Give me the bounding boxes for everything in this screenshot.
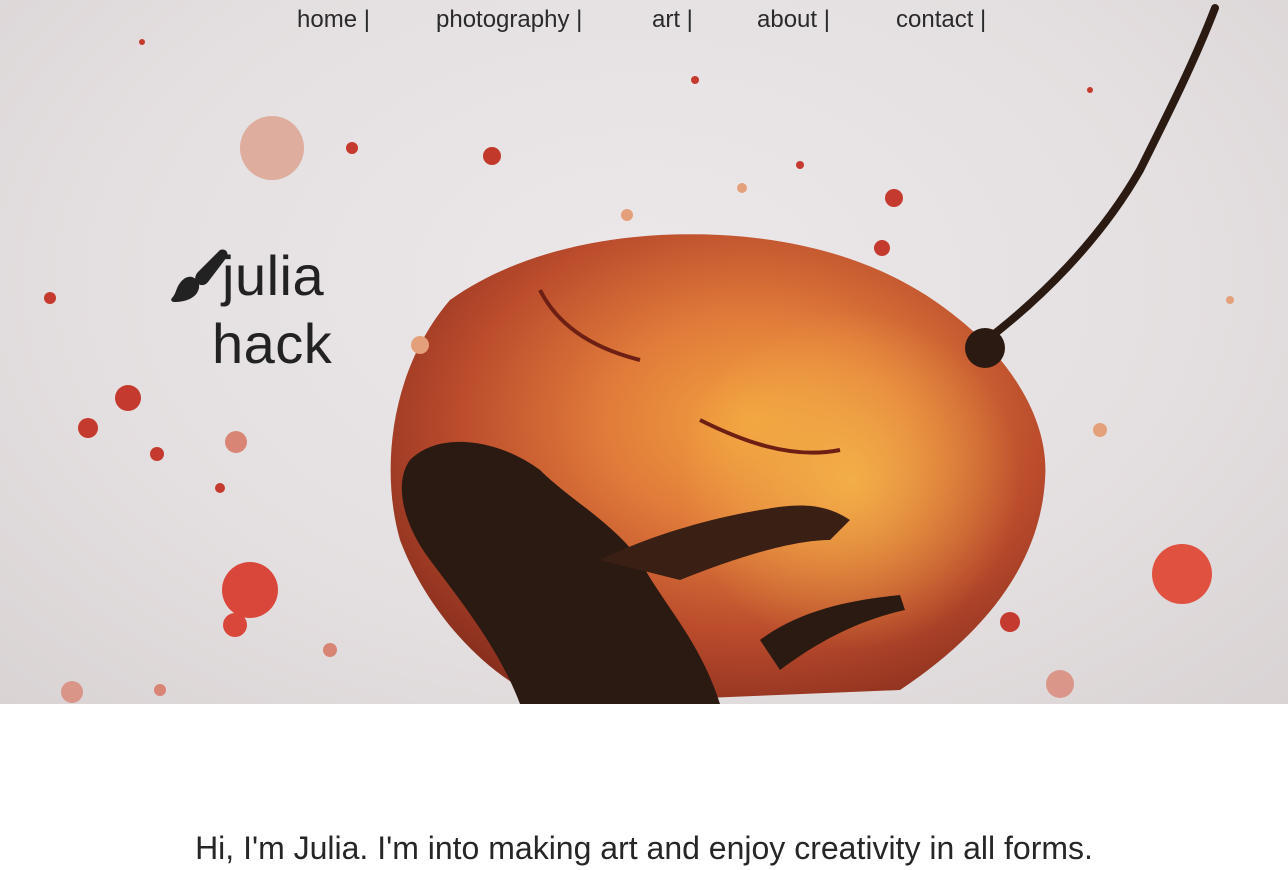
logo-text-first: julia xyxy=(222,244,325,307)
paintbrush-icon xyxy=(171,249,228,302)
intro-text: Hi, I'm Julia. I'm into making art and e… xyxy=(195,830,1093,866)
nav-link-contact[interactable]: contact | xyxy=(896,4,986,36)
top-nav: home | photography | art | about | conta… xyxy=(0,4,1288,38)
hero-banner: home | photography | art | about | conta… xyxy=(0,0,1288,704)
nav-link-art[interactable]: art | xyxy=(652,4,693,36)
nav-link-about[interactable]: about | xyxy=(757,4,830,36)
logo-text-last: hack xyxy=(212,312,333,375)
site-logo[interactable]: julia hack xyxy=(168,244,368,374)
nav-link-home[interactable]: home | xyxy=(297,4,370,36)
nav-link-photography[interactable]: photography | xyxy=(436,4,582,36)
